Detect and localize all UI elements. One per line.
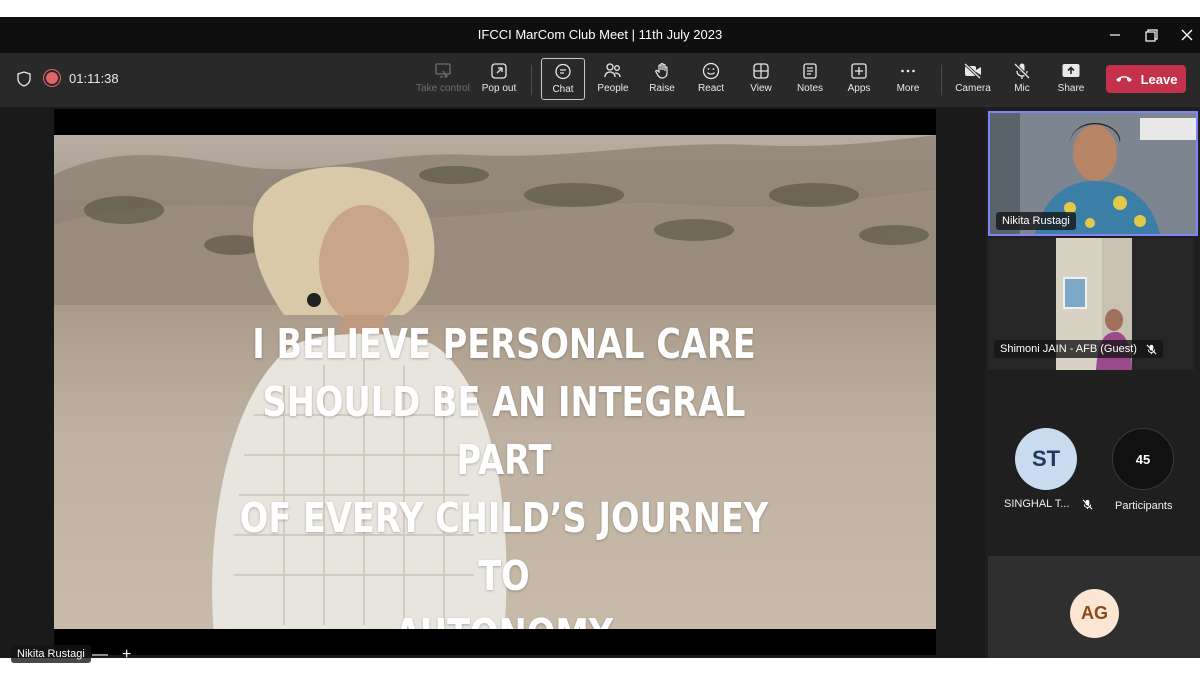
shared-slide: I BELIEVE PERSONAL CARE SHOULD BE AN INT… bbox=[54, 109, 936, 655]
view-icon bbox=[753, 63, 769, 79]
zoom-in-button[interactable]: + bbox=[122, 646, 131, 664]
participant-name-tag: Shimoni JAIN - AFB (Guest) bbox=[994, 340, 1163, 358]
take-control-label: Take control bbox=[416, 83, 470, 94]
react-icon bbox=[702, 62, 720, 80]
share-icon bbox=[1062, 64, 1080, 77]
participant-tile-ag[interactable]: AG bbox=[988, 556, 1200, 658]
view-label: View bbox=[750, 83, 772, 94]
people-button[interactable]: People bbox=[590, 58, 636, 102]
participant-tile-nikita[interactable]: Nikita Rustagi bbox=[988, 111, 1198, 236]
leave-label: Leave bbox=[1140, 71, 1178, 87]
mic-off-icon bbox=[1013, 62, 1031, 80]
chat-label: Chat bbox=[552, 84, 574, 95]
leave-button[interactable]: Leave bbox=[1106, 65, 1186, 93]
participant-name-tag: Nikita Rustagi bbox=[996, 212, 1076, 230]
slide-quote-line: I BELIEVE PERSONAL CARE bbox=[252, 320, 756, 368]
notes-label: Notes bbox=[796, 83, 824, 94]
slide-quote-line: AUTONOMY bbox=[233, 605, 774, 629]
people-label: People bbox=[597, 83, 629, 94]
title-bar: IFCCI MarCom Club Meet | 11th July 2023 bbox=[0, 17, 1200, 53]
restore-button[interactable] bbox=[1134, 17, 1168, 53]
pop-out-label: Pop out bbox=[481, 83, 517, 94]
view-button[interactable]: View bbox=[738, 58, 784, 102]
participants-panel: Nikita Rustagi Shimoni JAIN - AFB (Guest… bbox=[985, 107, 1200, 658]
more-label: More bbox=[896, 83, 920, 94]
presenter-name-tag: Nikita Rustagi bbox=[11, 645, 91, 663]
mic-label: Mic bbox=[1014, 83, 1030, 94]
participant-tile-shimoni[interactable]: Shimoni JAIN - AFB (Guest) bbox=[988, 238, 1194, 370]
react-label: React bbox=[697, 83, 725, 94]
participant-name-tag: SINGHAL T... bbox=[1004, 498, 1093, 510]
slide-quote-line: SHOULD BE AN INTEGRAL PART bbox=[262, 378, 746, 484]
participant-name: Shimoni JAIN - AFB (Guest) bbox=[1000, 343, 1137, 355]
slide-photo: I BELIEVE PERSONAL CARE SHOULD BE AN INT… bbox=[54, 135, 936, 629]
pop-out-icon bbox=[491, 63, 507, 79]
raise-hand-icon bbox=[655, 62, 668, 79]
react-button[interactable]: React bbox=[688, 58, 734, 102]
chat-button[interactable]: Chat bbox=[541, 58, 585, 100]
take-control-icon bbox=[435, 63, 451, 79]
raise-label: Raise bbox=[649, 83, 675, 94]
slide-quote-line: OF EVERY CHILD’S JOURNEY TO bbox=[239, 494, 769, 600]
zoom-controls: — + bbox=[92, 645, 152, 665]
camera-off-icon bbox=[963, 62, 982, 80]
shield-icon[interactable] bbox=[17, 71, 31, 87]
participant-name: SINGHAL T... bbox=[1004, 498, 1070, 510]
raise-hand-button[interactable]: Raise bbox=[639, 58, 685, 102]
take-control-button[interactable]: Take control bbox=[416, 58, 470, 102]
zoom-out-button[interactable]: — bbox=[92, 646, 108, 664]
shared-content-stage: I BELIEVE PERSONAL CARE SHOULD BE AN INT… bbox=[0, 107, 985, 663]
participant-avatar-st[interactable]: ST bbox=[1015, 428, 1077, 490]
meeting-toolbar: 01:11:38 Take control Pop out Chat Peopl… bbox=[0, 53, 1200, 107]
participants-count-button[interactable]: 45 bbox=[1112, 428, 1174, 490]
notes-button[interactable]: Notes bbox=[787, 58, 833, 102]
camera-label: Camera bbox=[955, 83, 991, 94]
teams-meeting-window: IFCCI MarCom Club Meet | 11th July 2023 … bbox=[0, 17, 1200, 663]
meeting-timer: 01:11:38 bbox=[69, 71, 119, 86]
minimize-button[interactable] bbox=[1098, 17, 1132, 53]
toolbar-divider bbox=[531, 65, 532, 95]
share-button[interactable]: Share bbox=[1048, 58, 1094, 102]
mic-button[interactable]: Mic bbox=[999, 58, 1045, 102]
more-button[interactable]: More bbox=[885, 58, 931, 102]
minimize-icon bbox=[1110, 34, 1120, 36]
participant-avatar-ag: AG bbox=[1070, 589, 1119, 638]
notes-icon bbox=[803, 63, 817, 79]
recording-indicator-icon bbox=[46, 72, 58, 84]
close-button[interactable] bbox=[1170, 17, 1200, 53]
mic-muted-icon bbox=[1083, 499, 1093, 510]
toolbar-divider bbox=[941, 65, 942, 95]
apps-button[interactable]: Apps bbox=[836, 58, 882, 102]
phone-hangup-icon bbox=[1115, 76, 1132, 82]
window-title: IFCCI MarCom Club Meet | 11th July 2023 bbox=[477, 27, 723, 42]
slide-quote: I BELIEVE PERSONAL CARE SHOULD BE AN INT… bbox=[233, 315, 774, 629]
restore-icon bbox=[1144, 28, 1158, 42]
mic-muted-icon bbox=[1146, 344, 1157, 355]
apps-icon bbox=[851, 63, 867, 79]
participants-count-label: Participants bbox=[1115, 500, 1173, 512]
camera-button[interactable]: Camera bbox=[950, 58, 996, 102]
pop-out-button[interactable]: Pop out bbox=[476, 58, 522, 102]
share-label: Share bbox=[1057, 83, 1085, 94]
close-icon bbox=[1181, 29, 1193, 41]
chat-icon bbox=[555, 63, 571, 80]
more-icon bbox=[901, 69, 915, 73]
apps-label: Apps bbox=[847, 83, 871, 94]
people-icon bbox=[604, 63, 621, 78]
